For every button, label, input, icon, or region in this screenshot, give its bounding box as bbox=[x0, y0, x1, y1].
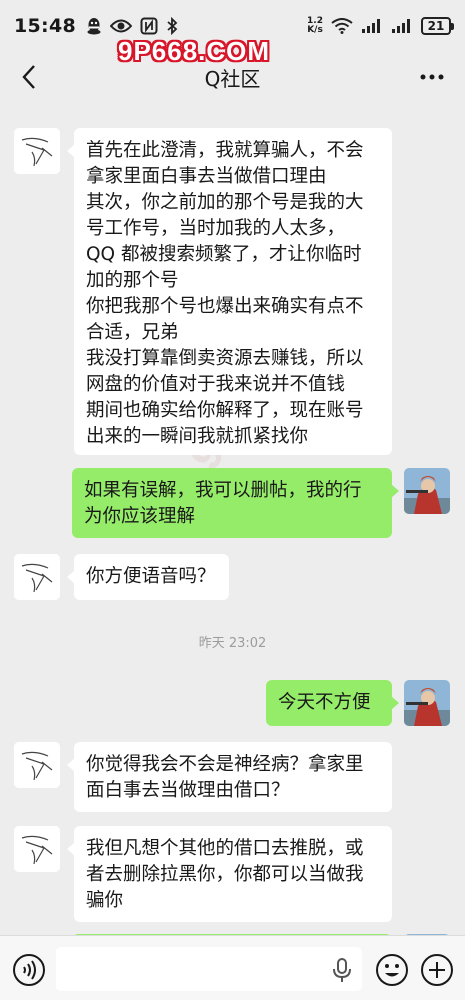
message-bubble[interactable]: 如果有误解，我可以删帖，我的行 为你应该理解 bbox=[72, 468, 399, 538]
status-left-icons bbox=[86, 17, 178, 35]
net-speed: 1.2 K/s bbox=[307, 17, 323, 35]
message-line: 其次，你之前加的那个号是我的大 bbox=[86, 192, 364, 213]
wifi-icon bbox=[331, 18, 353, 34]
message-line: 者去删除拉黑你，你都可以当做我 bbox=[86, 864, 364, 885]
message-line: 你方便语音吗？ bbox=[86, 566, 216, 587]
avatar[interactable] bbox=[14, 742, 60, 788]
signal-icon bbox=[361, 18, 383, 34]
status-time: 15:48 bbox=[14, 15, 76, 37]
message-line: 出来的一瞬间我就抓紧找你 bbox=[86, 426, 309, 447]
battery-icon: 21 bbox=[421, 17, 454, 35]
voice-toggle-button[interactable] bbox=[12, 953, 46, 987]
emoji-button[interactable] bbox=[375, 953, 409, 987]
avatar[interactable] bbox=[404, 680, 450, 726]
microphone-icon bbox=[333, 958, 351, 982]
timestamp: 昨天 23:02 bbox=[198, 636, 267, 651]
message-line: 首先在此澄清，我就算骗人，不会 bbox=[86, 140, 364, 161]
message-line: 号工作号，当时加我的人太多， bbox=[86, 218, 346, 239]
voice-icon bbox=[13, 954, 45, 986]
signal-icon bbox=[391, 18, 413, 34]
avatar[interactable] bbox=[404, 468, 450, 514]
more-functions-button[interactable] bbox=[420, 953, 454, 987]
eye-icon bbox=[109, 19, 132, 33]
message-bubble[interactable]: 你方便语音吗？ bbox=[67, 554, 229, 600]
more-button[interactable] bbox=[417, 64, 447, 90]
message-line: 网盘的价值对于我来说并不值钱 bbox=[86, 374, 346, 395]
message-line: 骗你 bbox=[86, 890, 124, 911]
message-line: 我没打算靠倒卖资源去赚钱，所以 bbox=[86, 348, 364, 369]
message-line: QQ 都被搜索频繁了，才让你临时 bbox=[86, 244, 362, 265]
avatar[interactable] bbox=[14, 826, 60, 872]
message-input[interactable] bbox=[56, 947, 362, 991]
more-dots-icon bbox=[420, 74, 444, 80]
chat-area[interactable]: 首先在此澄清，我就算骗人，不会 拿家里面白事去当做借口理由 其次，你之前加的那个… bbox=[0, 102, 465, 935]
message-bubble[interactable]: 今天不方便 bbox=[266, 680, 399, 726]
sketch-avatar-icon bbox=[14, 554, 60, 600]
plus-icon bbox=[421, 954, 453, 986]
message-bubble[interactable]: 首先在此澄清，我就算骗人，不会 拿家里面白事去当做借口理由 其次，你之前加的那个… bbox=[67, 128, 392, 455]
qq-icon bbox=[86, 17, 102, 35]
sketch-avatar-icon bbox=[14, 128, 60, 174]
message-line: 合适，兄弟 bbox=[86, 322, 179, 343]
chevron-left-icon bbox=[22, 65, 35, 89]
nav-bar: Q社区 bbox=[0, 52, 465, 102]
net-speed-unit: K/s bbox=[307, 25, 323, 35]
sketch-avatar-icon bbox=[14, 742, 60, 788]
message-line: 如果有误解，我可以删帖，我的行 bbox=[84, 480, 362, 501]
message-line: 你觉得我会不会是神经病？拿家里 bbox=[86, 754, 364, 775]
message-line: 为你应该理解 bbox=[84, 506, 196, 527]
message-line: 今天不方便 bbox=[278, 692, 371, 713]
message-line: 加的那个号 bbox=[86, 270, 179, 291]
anime-avatar-icon bbox=[404, 680, 450, 726]
message-line: 拿家里面白事去当做借口理由 bbox=[86, 166, 327, 187]
message-bubble[interactable]: 我但凡想个其他的借口去推脱，或 者去删除拉黑你，你都可以当做我 骗你 bbox=[67, 826, 392, 922]
chat-title: Q社区 bbox=[204, 66, 261, 91]
status-right-icons: 1.2 K/s 21 bbox=[307, 17, 454, 35]
bluetooth-icon bbox=[166, 17, 178, 35]
message-line: 你把我那个号也爆出来确实有点不 bbox=[86, 296, 364, 317]
nfc-icon bbox=[140, 17, 158, 35]
emoji-icon bbox=[376, 954, 408, 986]
sketch-avatar-icon bbox=[14, 826, 60, 872]
back-button[interactable] bbox=[14, 62, 44, 92]
input-bar bbox=[0, 935, 465, 1000]
anime-avatar-icon bbox=[404, 468, 450, 514]
message-line: 面白事去当做理由借口？ bbox=[86, 780, 290, 801]
microphone-button[interactable] bbox=[330, 957, 354, 983]
message-bubble[interactable]: 你觉得我会不会是神经病？拿家里 面白事去当做理由借口？ bbox=[67, 742, 392, 812]
message-line: 我但凡想个其他的借口去推脱，或 bbox=[86, 838, 364, 859]
message-line: 期间也确实给你解释了，现在账号 bbox=[86, 400, 364, 421]
avatar[interactable] bbox=[14, 128, 60, 174]
avatar[interactable] bbox=[14, 554, 60, 600]
